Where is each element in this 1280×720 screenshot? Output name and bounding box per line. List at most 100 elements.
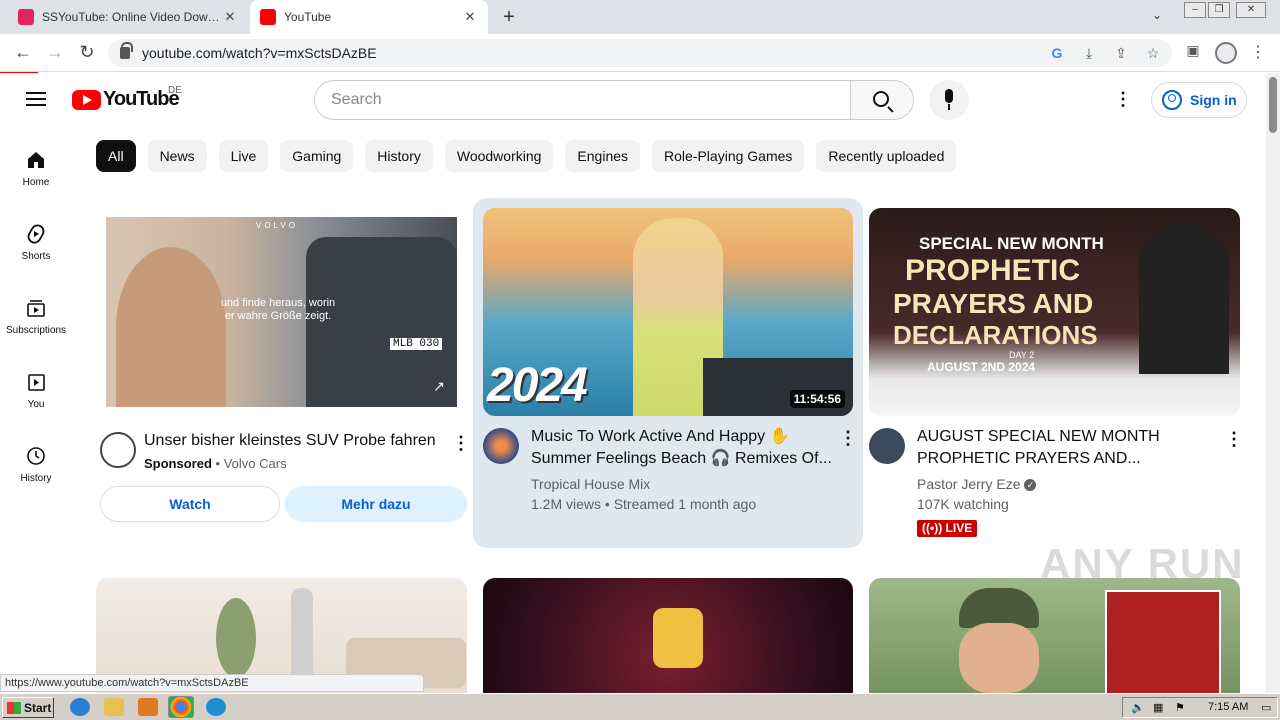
search-button[interactable] (850, 80, 914, 120)
start-button[interactable]: Start (2, 697, 54, 718)
ie-icon[interactable] (70, 698, 90, 716)
video-title-line: AUGUST SPECIAL NEW MONTH (917, 428, 1160, 445)
video-menu-icon[interactable]: ⋮ (1225, 430, 1243, 448)
channel-name[interactable]: Tropical House Mix (531, 474, 650, 494)
chip-news[interactable]: News (147, 140, 207, 172)
settings-menu-icon[interactable]: ⋮ (1114, 90, 1132, 108)
chip-role-playing-games[interactable]: Role-Playing Games (652, 140, 805, 172)
side-panel-icon[interactable]: ▣ (1184, 42, 1202, 59)
volvo-avatar-icon[interactable] (100, 432, 136, 468)
microphone-stand (948, 104, 950, 110)
live-badge: ((•)) LIVE (917, 520, 978, 537)
close-window-button[interactable]: ✕ (1236, 2, 1266, 18)
history-icon (27, 447, 45, 465)
video-title[interactable]: Music To Work Active And Happy ✋ Summer … (531, 426, 832, 470)
url-text: youtube.com/watch?v=mxSctsDAzBE (142, 45, 377, 61)
sidebar-label: Shorts (21, 251, 51, 262)
video-thumbnail[interactable] (483, 578, 853, 693)
media-player-icon[interactable] (138, 698, 158, 716)
search-icon (873, 91, 889, 107)
tab-ssyoutube[interactable]: SSYouTube: Online Video Downloade ✕ (8, 0, 248, 34)
video-thumbnail[interactable] (869, 578, 1240, 693)
chip-all[interactable]: All (96, 140, 136, 172)
edge-icon[interactable] (206, 698, 226, 716)
advertiser-name[interactable]: Volvo Cars (224, 456, 287, 471)
channel-avatar[interactable] (869, 428, 905, 464)
page-scrollbar[interactable] (1266, 73, 1280, 693)
external-link-icon[interactable]: ↗ (433, 378, 445, 395)
action-center-flag-icon[interactable]: ⚑ (1175, 701, 1185, 714)
video-menu-icon[interactable]: ⋮ (839, 429, 857, 447)
system-tray: 🔈 ▦ ⚑ 7:15 AM ▭ (1122, 697, 1278, 718)
ad-thumbnail-text: und finde heraus, worin er wahre Größe z… (220, 297, 336, 322)
ad-thumbnail[interactable]: VOLVO und finde heraus, worin er wahre G… (106, 217, 457, 407)
tab-title: YouTube (284, 10, 332, 24)
address-bar[interactable]: youtube.com/watch?v=mxSctsDAzBE G ⤓ ⇪ ☆ (108, 39, 1172, 67)
youtube-logo[interactable]: YouTube DE (72, 85, 182, 111)
new-tab-button[interactable]: + (498, 6, 520, 29)
bookmark-star-icon[interactable]: ☆ (1144, 45, 1162, 62)
video-duration: 11:54:56 (789, 390, 845, 408)
volume-icon[interactable]: 🔈 (1131, 701, 1145, 714)
ad-brand-text: VOLVO (256, 221, 298, 230)
folder-icon[interactable] (104, 698, 124, 716)
home-icon (28, 152, 44, 168)
sidebar-item-history[interactable]: History (0, 445, 72, 484)
chip-gaming[interactable]: Gaming (280, 140, 354, 172)
chip-recently-uploaded[interactable]: Recently uploaded (816, 140, 957, 172)
ad-menu-icon[interactable]: ⋮ (452, 434, 470, 452)
voice-search-button[interactable] (929, 80, 969, 120)
browser-menu-icon[interactable]: ⋮ (1250, 42, 1266, 62)
chip-woodworking[interactable]: Woodworking (444, 140, 554, 172)
chip-live[interactable]: Live (218, 140, 269, 172)
scrollbar-thumb[interactable] (1269, 77, 1277, 133)
video-thumbnail[interactable]: SPECIAL NEW MONTH PROPHETIC PRAYERS AND … (869, 208, 1240, 416)
back-button[interactable]: ← (12, 42, 34, 63)
chip-engines[interactable]: Engines (565, 140, 641, 172)
sidebar-item-shorts[interactable]: Shorts (0, 223, 72, 262)
reload-button[interactable]: ↻ (76, 42, 98, 63)
chrome-icon[interactable] (168, 696, 194, 718)
lock-icon[interactable] (120, 42, 133, 59)
tab-youtube[interactable]: YouTube ✕ (250, 0, 488, 34)
inset-photo (1105, 590, 1221, 693)
google-icon[interactable]: G (1048, 45, 1066, 61)
region-code: DE (168, 85, 182, 96)
install-icon[interactable]: ⤓ (1080, 45, 1098, 62)
show-desktop-icon[interactable]: ▭ (1261, 701, 1271, 714)
watch-button[interactable]: Watch (100, 486, 280, 522)
video-card[interactable]: SPECIAL NEW MONTH PROPHETIC PRAYERS AND … (869, 208, 1243, 548)
sidebar-item-you[interactable]: You (0, 371, 72, 410)
search-input[interactable] (314, 80, 852, 120)
guide-menu-icon[interactable] (26, 92, 46, 106)
video-card[interactable]: 2024 11:54:56 Music To Work Active And H… (473, 198, 863, 548)
anyrun-watermark: ANY RUN (1040, 540, 1245, 587)
sign-in-button[interactable]: Sign in (1151, 82, 1247, 118)
sidebar-item-home[interactable]: Home (0, 149, 72, 188)
sidebar-item-subscriptions[interactable]: Subscriptions (0, 297, 72, 336)
video-title-line: Music To Work Active And Happy ✋ (531, 428, 790, 445)
clock[interactable]: 7:15 AM (1208, 701, 1248, 713)
video-stats: 107K watching (917, 496, 1009, 512)
meta-separator: • (215, 456, 224, 471)
forward-button[interactable]: → (44, 42, 66, 63)
share-icon[interactable]: ⇪ (1112, 45, 1130, 62)
network-icon[interactable]: ▦ (1153, 701, 1163, 714)
live-label: LIVE (945, 521, 973, 535)
minimize-button[interactable]: – (1184, 2, 1206, 18)
channel-avatar[interactable] (483, 428, 519, 464)
filter-chips: All News Live Gaming History Woodworking… (96, 140, 957, 172)
learn-more-button[interactable]: Mehr dazu (285, 486, 467, 522)
video-title[interactable]: AUGUST SPECIAL NEW MONTH PROPHETIC PRAYE… (917, 426, 1217, 470)
ad-title[interactable]: Unser bisher kleinstes SUV Probe fahren (144, 430, 444, 452)
maximize-button[interactable]: ❐ (1208, 2, 1230, 18)
close-tab-icon[interactable]: ✕ (462, 9, 478, 25)
video-thumbnail[interactable]: 2024 11:54:56 (483, 208, 853, 416)
channel-name[interactable]: Pastor Jerry Eze ✓ (917, 474, 1037, 494)
tab-search-chevron-icon[interactable]: ⌄ (1152, 8, 1162, 22)
video-title-line: Summer Feelings Beach 🎧 Remixes Of... (531, 450, 832, 467)
close-tab-icon[interactable]: ✕ (222, 9, 238, 25)
chip-history[interactable]: History (365, 140, 433, 172)
thumbnail-text: PROPHETIC (905, 254, 1081, 287)
profile-icon[interactable] (1215, 42, 1237, 64)
